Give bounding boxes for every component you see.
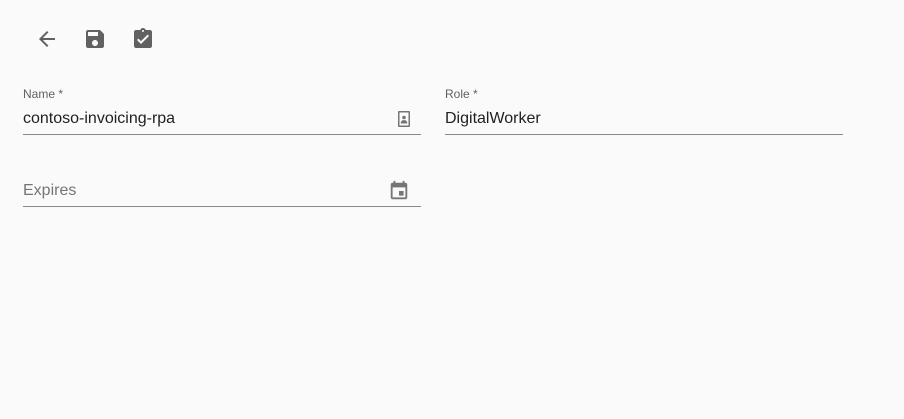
- name-label: Name *: [23, 87, 64, 101]
- back-button[interactable]: [32, 24, 62, 54]
- toolbar: [32, 24, 176, 54]
- name-input[interactable]: contoso-invoicing-rpa: [23, 110, 175, 128]
- expires-field[interactable]: Expires: [23, 176, 421, 207]
- save-button[interactable]: [80, 24, 110, 54]
- assignment-turned-in-icon: [134, 28, 152, 48]
- expires-input[interactable]: Expires: [23, 182, 76, 200]
- calendar-icon: [390, 180, 408, 200]
- contact-badge-icon[interactable]: [397, 110, 411, 128]
- save-icon: [86, 30, 104, 48]
- role-field[interactable]: Role * DigitalWorker: [445, 87, 843, 135]
- role-label: Role *: [445, 87, 478, 101]
- expires-underline: [23, 206, 421, 207]
- role-underline: [445, 134, 843, 135]
- validate-button[interactable]: [128, 24, 158, 54]
- name-underline: [23, 134, 421, 135]
- edit-worker-page: Name * contoso-invoicing-rpa Role * Digi…: [0, 0, 904, 419]
- name-field[interactable]: Name * contoso-invoicing-rpa: [23, 87, 421, 135]
- arrow-back-icon: [39, 31, 55, 47]
- calendar-button[interactable]: [387, 179, 411, 203]
- role-input[interactable]: DigitalWorker: [445, 110, 541, 128]
